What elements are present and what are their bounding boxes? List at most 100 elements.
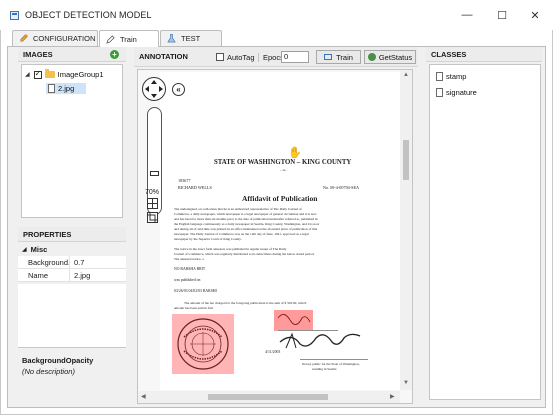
- properties-panel: PROPERTIES ◢ Misc Background... 0.7 Name…: [18, 227, 126, 405]
- document-heading: STATE OF WASHINGTON – KING COUNTY: [214, 159, 352, 166]
- property-value[interactable]: 0.7: [70, 258, 84, 267]
- zoom-level: 70%: [145, 189, 160, 196]
- collapse-icon[interactable]: ◢: [25, 71, 30, 78]
- train-label: Train: [336, 52, 353, 62]
- class-label: signature: [446, 88, 477, 97]
- property-key: Background...: [18, 255, 70, 269]
- tree-file-item[interactable]: 2.jpg: [46, 83, 86, 94]
- folder-icon: [44, 69, 55, 78]
- notary-line-2: residing in Seattle: [312, 367, 337, 371]
- paragraph-line: newspaper by the Superior Court of King …: [174, 237, 242, 241]
- document-line-a: NO BARSHA BRIT: [174, 267, 206, 271]
- description-text: (No description): [22, 367, 75, 376]
- property-row[interactable]: Background... 0.7: [18, 255, 126, 269]
- minimize-button[interactable]: —: [455, 6, 479, 24]
- vertical-scroll-thumb[interactable]: [403, 140, 409, 180]
- annotation-panel: ANNOTATION AutoTag Epocs 0 Train GetStat…: [134, 47, 418, 405]
- flask-icon: [167, 34, 176, 43]
- properties-header-label: PROPERTIES: [23, 229, 72, 239]
- document-para-3: The amount of the fee charged for the fo…: [184, 301, 307, 305]
- autotag-checkbox[interactable]: [216, 53, 224, 61]
- annotation-canvas[interactable]: ✋ STATE OF WASHINGTON – KING COUNTY – ss…: [137, 69, 413, 404]
- class-item-stamp[interactable]: stamp: [436, 71, 466, 82]
- group-label: ImageGroup1: [57, 70, 104, 79]
- property-grid: Background... 0.7 Name 2.jpg: [18, 255, 126, 282]
- scroll-up-icon[interactable]: ▲: [403, 72, 409, 78]
- document-line-b: was published on: [174, 278, 201, 282]
- category-label: Misc: [30, 244, 48, 254]
- close-button[interactable]: ✕: [523, 6, 547, 24]
- annotation-header-label: ANNOTATION: [139, 52, 188, 61]
- paragraph-2: The notice in the exact form annexed, wa…: [174, 247, 399, 262]
- class-file-icon: [436, 88, 443, 97]
- classes-header-label: CLASSES: [431, 49, 467, 59]
- hand-cursor-icon: ✋: [288, 147, 302, 159]
- train-button[interactable]: Train: [316, 50, 361, 64]
- document-subheading: – ss.: [280, 168, 287, 172]
- tab-label: Train: [120, 34, 137, 44]
- wrench-icon: [19, 34, 28, 43]
- document-line-c: 03/26/03 04/02/03 BARSHI: [174, 289, 217, 293]
- image-file-icon: [48, 84, 55, 93]
- classes-panel: CLASSES stamp signature: [426, 47, 542, 405]
- notary-line-1: Notary public for the State of Washingto…: [302, 362, 360, 366]
- misc-category-row[interactable]: ◢ Misc: [18, 243, 126, 255]
- collapse-left-button[interactable]: «: [172, 83, 185, 96]
- property-grid-empty: [18, 284, 126, 347]
- class-item-signature[interactable]: signature: [436, 87, 477, 98]
- getstatus-button[interactable]: GetStatus: [364, 50, 416, 64]
- notary-seal-icon: [177, 318, 229, 370]
- maximize-button[interactable]: ☐: [490, 6, 514, 24]
- signature-icon: [277, 314, 361, 349]
- document-page: ✋ STATE OF WASHINGTON – KING COUNTY – ss…: [160, 72, 408, 390]
- document-name-left: RICHARD WELLS: [178, 185, 212, 190]
- document-number-left: 183677: [178, 178, 191, 183]
- document-para-3b: amount has been paid in full.: [174, 306, 214, 310]
- collapse-icon[interactable]: ◢: [22, 246, 27, 253]
- plus-icon[interactable]: +: [110, 50, 119, 59]
- document-date: 4/11/2003: [265, 350, 281, 354]
- tree-group-row[interactable]: ◢ ImageGroup1: [25, 69, 104, 80]
- notary-line: [300, 359, 368, 360]
- train-icon: [324, 54, 333, 60]
- horizontal-scrollbar[interactable]: ◀ ▶: [138, 391, 400, 403]
- pan-control[interactable]: [142, 77, 166, 101]
- window-title: OBJECT DETECTION MODEL: [25, 10, 152, 20]
- property-value[interactable]: 2.jpg: [70, 271, 90, 280]
- property-description: BackgroundOpacity (No description): [18, 347, 126, 402]
- paragraph-line: The annexed notice, a: [174, 257, 204, 261]
- properties-panel-header: PROPERTIES: [18, 227, 126, 242]
- property-row[interactable]: Name 2.jpg: [18, 268, 126, 282]
- gear-icon: [367, 53, 376, 61]
- scroll-down-icon[interactable]: ▼: [403, 380, 409, 386]
- separator: [258, 53, 259, 62]
- horizontal-scroll-thumb[interactable]: [208, 394, 328, 400]
- tab-label: CONFIGURATION: [33, 34, 96, 43]
- group-checkbox[interactable]: [33, 69, 42, 79]
- pan-arrows-icon: [145, 80, 163, 98]
- vertical-scrollbar[interactable]: ▲ ▼: [400, 70, 412, 390]
- tab-label: TEST: [181, 34, 201, 43]
- autotag-label: AutoTag: [227, 53, 255, 62]
- class-label: stamp: [446, 72, 467, 81]
- pen-icon: [106, 34, 115, 44]
- tab-configuration[interactable]: CONFIGURATION: [12, 30, 98, 46]
- scroll-left-icon[interactable]: ◀: [141, 393, 146, 400]
- images-header-label: IMAGES: [23, 49, 53, 59]
- classes-panel-header: CLASSES: [426, 47, 542, 62]
- zoom-slider-thumb[interactable]: [150, 171, 159, 176]
- app-icon: [10, 11, 19, 20]
- images-panel: IMAGES + ◢ ImageGroup1 2.jpg: [18, 47, 126, 222]
- getstatus-label: GetStatus: [378, 52, 413, 62]
- property-key: Name: [18, 268, 70, 282]
- signature-line: [278, 330, 338, 331]
- document-number-right: No. 69-4-00794-SEA: [323, 185, 360, 190]
- crop-icon[interactable]: [147, 212, 158, 223]
- fit-to-page-icon[interactable]: [147, 198, 158, 209]
- class-file-icon: [436, 72, 443, 81]
- epochs-input[interactable]: 0: [281, 51, 309, 63]
- tab-train[interactable]: Train: [99, 30, 159, 47]
- file-label: 2.jpg: [58, 84, 75, 93]
- tab-test[interactable]: TEST: [160, 30, 222, 46]
- scroll-right-icon[interactable]: ▶: [390, 393, 395, 400]
